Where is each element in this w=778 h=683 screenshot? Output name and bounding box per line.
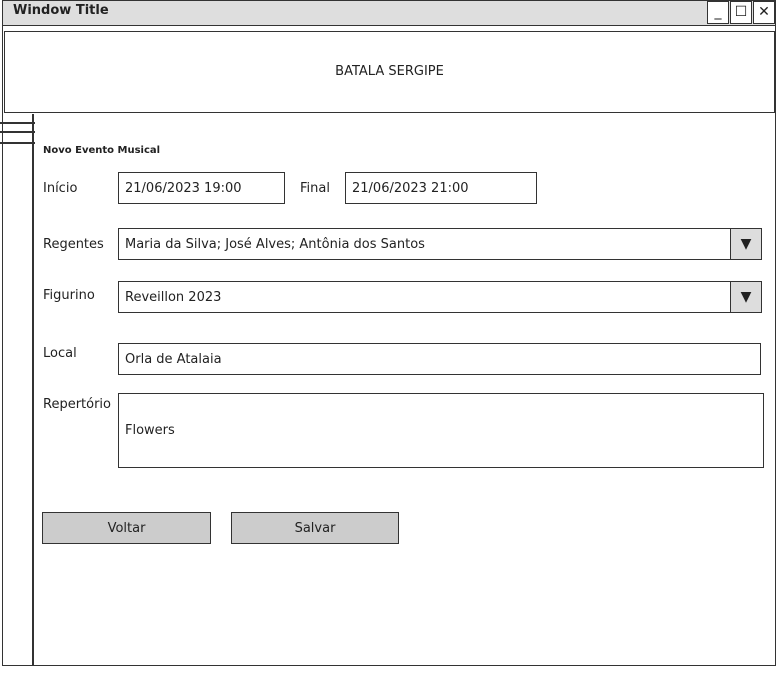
salvar-button[interactable]: Salvar — [231, 512, 399, 544]
sidebar-divider — [32, 114, 34, 666]
repertorio-textarea[interactable]: Flowers — [118, 393, 764, 468]
menu-icon-line[interactable] — [0, 142, 35, 144]
window-title: Window Title — [13, 3, 109, 18]
chevron-down-icon[interactable]: ▼ — [730, 229, 761, 259]
title-bar — [2, 0, 776, 26]
inicio-input[interactable]: 21/06/2023 19:00 — [118, 172, 285, 204]
regentes-label: Regentes — [43, 237, 104, 252]
app-header: BATALA SERGIPE — [4, 31, 775, 113]
local-label: Local — [43, 346, 77, 361]
voltar-button[interactable]: Voltar — [42, 512, 211, 544]
chevron-down-icon[interactable]: ▼ — [730, 282, 761, 312]
final-input[interactable]: 21/06/2023 21:00 — [345, 172, 537, 204]
figurino-label: Figurino — [43, 288, 95, 303]
maximize-button[interactable]: ☐ — [730, 1, 752, 24]
form-heading: Novo Evento Musical — [43, 145, 161, 156]
close-button[interactable]: ✕ — [753, 1, 775, 24]
local-input[interactable]: Orla de Atalaia — [118, 343, 761, 375]
inicio-label: Início — [43, 181, 78, 196]
regentes-value: Maria da Silva; José Alves; Antônia dos … — [125, 236, 425, 252]
figurino-select[interactable]: Reveillon 2023 ▼ — [118, 281, 762, 313]
minimize-button[interactable]: _ — [707, 1, 729, 24]
menu-icon-line[interactable] — [0, 131, 35, 133]
repertorio-label: Repertório — [43, 397, 112, 412]
menu-icon-line[interactable] — [0, 122, 35, 124]
app-title: BATALA SERGIPE — [335, 64, 444, 79]
final-label: Final — [300, 181, 330, 196]
regentes-select[interactable]: Maria da Silva; José Alves; Antônia dos … — [118, 228, 762, 260]
figurino-value: Reveillon 2023 — [125, 289, 222, 305]
